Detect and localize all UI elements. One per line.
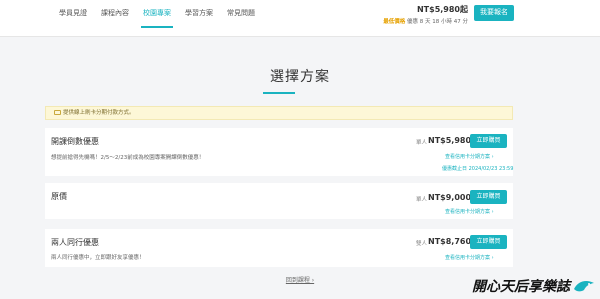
- bird-logo-icon: [574, 281, 594, 292]
- plan-unit: 單人: [416, 140, 428, 146]
- watermark-text: 開心天后享樂誌: [472, 279, 570, 295]
- plan-name: 兩人同行優惠: [51, 238, 99, 247]
- page-title: 選擇方案: [270, 69, 330, 85]
- section-nav: 學員見證 課程內容 校園專案 學習方案 常見問題: [52, 0, 262, 37]
- countdown-tag: 最低價格: [383, 19, 406, 25]
- plan-name: 開課倒數優惠: [51, 137, 99, 146]
- installment-link[interactable]: 查看信用卡分期方案 ›: [445, 208, 494, 215]
- watermark: 開心天后享樂誌: [472, 276, 596, 296]
- plan-price: NT$9,000: [428, 193, 472, 202]
- installment-link[interactable]: 查看信用卡分期方案 ›: [445, 254, 494, 261]
- plan-price: NT$5,980: [428, 136, 472, 145]
- credit-card-icon: [54, 110, 61, 115]
- plan-name: 原價: [51, 192, 67, 201]
- plan-card-early-bird: 開課倒數優惠 想提前搶得先機嗎！2/5～2/23前成為校園專案開課倒數優惠！ 單…: [45, 128, 513, 176]
- nav-item-learning-plans[interactable]: 學習方案: [178, 0, 220, 37]
- installment-notice: 提供線上刷卡分期付款方式。: [45, 106, 513, 120]
- signup-button[interactable]: 我要報名: [474, 5, 514, 21]
- header-total-price: NT$5,980起: [416, 5, 468, 14]
- countdown-text: 優惠 8 天 18 小時 47 分: [405, 19, 468, 25]
- buy-button[interactable]: 立即購買: [470, 235, 507, 249]
- top-navigation-bar: 學員見證 課程內容 校園專案 學習方案 常見問題 NT$5,980起 最低價格 …: [0, 0, 600, 37]
- plan-card-duo: 兩人同行優惠 兩人同行優惠中，立即跟好友享優惠！ 雙人 NT$8,760 立即購…: [45, 229, 513, 267]
- notice-text: 提供線上刷卡分期付款方式。: [63, 110, 135, 116]
- nav-item-testimonials[interactable]: 學員見證: [52, 0, 94, 37]
- header-countdown: 最低價格 優惠 8 天 18 小時 47 分: [383, 17, 468, 25]
- plan-price: NT$8,760: [428, 237, 472, 246]
- header-price-box: NT$5,980起 最低價格 優惠 8 天 18 小時 47 分: [383, 4, 468, 25]
- plan-description: 想提前搶得先機嗎！2/5～2/23前成為校園專案開課倒數優惠！: [51, 155, 205, 161]
- plan-description: 兩人同行優惠中，立即跟好友享優惠！: [51, 255, 145, 261]
- installment-link[interactable]: 查看信用卡分期方案 ›: [445, 153, 494, 160]
- title-underline: [263, 92, 295, 94]
- plan-unit: 單人: [416, 197, 428, 203]
- nav-item-campus-project[interactable]: 校園專案: [136, 0, 178, 37]
- plan-card-original-price: 原價 單人 NT$9,000 立即購買 查看信用卡分期方案 ›: [45, 183, 513, 219]
- buy-button[interactable]: 立即購買: [470, 134, 507, 148]
- plan-unit: 雙人: [416, 241, 428, 247]
- nav-item-course-content[interactable]: 課程內容: [94, 0, 136, 37]
- nav-item-faq[interactable]: 常見問題: [220, 0, 262, 37]
- buy-button[interactable]: 立即購買: [470, 190, 507, 204]
- offer-deadline: 優惠截止日 2024/02/23 23:59: [442, 166, 514, 172]
